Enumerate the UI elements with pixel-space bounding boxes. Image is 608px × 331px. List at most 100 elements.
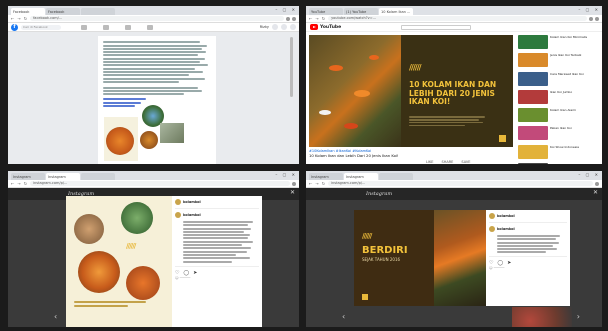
back-icon[interactable]: ← xyxy=(309,16,312,21)
video-player[interactable]: ////// 10 KOLAM IKAN DAN LEBIH DARI 20 J… xyxy=(309,35,513,147)
reload-icon[interactable]: ↻ xyxy=(322,181,325,186)
suggested-video-title[interactable]: Kolam Koi Rumahan xyxy=(550,163,600,164)
avatar[interactable] xyxy=(175,199,181,205)
reload-icon[interactable]: ↻ xyxy=(24,181,27,186)
reload-icon[interactable]: ↻ xyxy=(24,16,27,21)
extension-icon[interactable] xyxy=(286,16,290,21)
suggested-video[interactable]: Kolam Koi Rumahan xyxy=(518,163,600,164)
scrollbar[interactable] xyxy=(290,37,293,97)
post-image[interactable]: ////// BERDIRI SEJAK TAHUN 2016 xyxy=(354,210,486,306)
save-button[interactable]: SAVE xyxy=(461,160,470,164)
suggested-video[interactable]: Kolam Ikan Koi Minimalis xyxy=(518,35,600,49)
reload-icon[interactable]: ↻ xyxy=(322,16,325,21)
suggested-video-title[interactable]: Cara Merawat Ikan Koi xyxy=(550,72,600,86)
suggested-video[interactable]: Cara Merawat Ikan Koi xyxy=(518,71,600,86)
suggested-video[interactable]: Koi Show Indonesia xyxy=(518,144,600,159)
browser-tab[interactable]: Facebook xyxy=(11,8,45,15)
share-icon[interactable]: ➤ xyxy=(193,270,197,276)
url-input[interactable]: instagram.com/p/... xyxy=(328,181,593,186)
url-input[interactable]: instagram.com/p/... xyxy=(30,181,290,186)
author-name[interactable]: kolamkoi xyxy=(183,200,201,204)
marketplace-icon[interactable] xyxy=(125,24,131,30)
video-thumbnail[interactable] xyxy=(518,163,548,164)
window-controls[interactable]: – ▢ ✕ xyxy=(275,7,297,12)
user-name[interactable]: Rizky xyxy=(260,25,269,29)
youtube-logo-icon[interactable] xyxy=(310,24,318,30)
suggested-video-title[interactable]: Ikan Koi Jumbo xyxy=(550,90,600,104)
author-name[interactable]: kolamkoi xyxy=(497,214,515,218)
suggested-video[interactable]: Ikan Koi Jumbo xyxy=(518,89,600,104)
avatar[interactable] xyxy=(489,213,495,219)
suggested-video-title[interactable]: Pakan Ikan Koi xyxy=(550,126,600,140)
watch-icon[interactable] xyxy=(103,24,109,30)
menu-icon[interactable] xyxy=(272,24,278,30)
previous-arrow-icon[interactable]: ‹ xyxy=(342,312,345,321)
extension-icon[interactable] xyxy=(292,181,296,186)
browser-tab[interactable]: YouTube xyxy=(309,8,343,15)
video-thumbnail[interactable] xyxy=(518,144,548,159)
browser-tab[interactable] xyxy=(379,173,413,180)
share-icon[interactable]: ➤ xyxy=(507,260,511,266)
avatar[interactable] xyxy=(175,212,181,218)
forward-icon[interactable]: → xyxy=(17,16,20,21)
back-icon[interactable]: ← xyxy=(11,181,14,186)
hashtag-link[interactable] xyxy=(103,98,147,101)
search-input[interactable] xyxy=(401,24,472,30)
browser-tab[interactable]: (1) YouTube xyxy=(344,8,378,15)
window-controls[interactable]: – ▢ ✕ xyxy=(275,172,297,177)
video-thumbnail[interactable] xyxy=(518,126,548,141)
messenger-icon[interactable] xyxy=(281,24,287,30)
forward-icon[interactable]: → xyxy=(315,181,318,186)
previous-arrow-icon[interactable]: ‹ xyxy=(54,312,57,321)
back-icon[interactable]: ← xyxy=(309,181,312,186)
forward-icon[interactable]: → xyxy=(315,16,318,21)
video-thumbnail[interactable] xyxy=(518,108,548,123)
forward-icon[interactable]: → xyxy=(17,181,20,186)
profile-icon[interactable] xyxy=(292,16,296,21)
suggested-video-title[interactable]: Kolam Ikan Koi Minimalis xyxy=(550,35,600,49)
back-icon[interactable]: ← xyxy=(11,16,14,21)
extension-icon[interactable] xyxy=(589,16,593,21)
post-image-collage[interactable] xyxy=(104,105,184,164)
suggested-video-title[interactable]: Kolam Ikan Alami xyxy=(550,108,600,122)
add-comment-input[interactable]: ☺ ───── xyxy=(175,276,259,280)
video-thumbnail[interactable] xyxy=(518,71,548,86)
suggested-video-title[interactable]: Jenis Ikan Koi Terbaik xyxy=(550,53,600,67)
browser-tab[interactable]: Facebook xyxy=(46,8,80,15)
suggested-video-title[interactable]: Koi Show Indonesia xyxy=(550,145,600,159)
browser-tab[interactable] xyxy=(81,173,115,180)
browser-tab[interactable]: Instagram xyxy=(11,173,45,180)
browser-tab[interactable]: Instagram xyxy=(309,173,343,180)
like-icon[interactable]: ♡ xyxy=(175,270,179,276)
suggested-video[interactable]: Kolam Ikan Alami xyxy=(518,108,600,123)
like-button[interactable]: LIKE xyxy=(426,160,434,164)
caption-author-name[interactable]: kolamkoi xyxy=(183,213,201,217)
suggested-video[interactable]: Jenis Ikan Koi Terbaik xyxy=(518,53,600,68)
caption-author-name[interactable]: kolamkoi xyxy=(497,227,515,231)
extension-icon[interactable] xyxy=(595,181,599,186)
home-icon[interactable] xyxy=(81,24,87,30)
video-thumbnail[interactable] xyxy=(518,53,548,68)
youtube-logo-text[interactable]: YouTube xyxy=(320,25,341,30)
window-controls[interactable]: – ▢ ✕ xyxy=(578,172,600,177)
browser-tab[interactable]: 10 Kolam Ikan ... xyxy=(379,8,413,15)
close-icon[interactable]: ✕ xyxy=(593,189,598,196)
avatar[interactable] xyxy=(489,226,495,232)
profile-icon[interactable] xyxy=(595,16,599,21)
hashtag-link[interactable] xyxy=(103,101,141,104)
instagram-logo[interactable]: Instagram xyxy=(366,191,392,197)
browser-tab[interactable]: Instagram xyxy=(46,173,80,180)
facebook-logo-icon[interactable]: f xyxy=(11,23,18,31)
notifications-icon[interactable] xyxy=(290,24,296,30)
url-input[interactable]: facebook.com/... xyxy=(30,16,284,21)
video-thumbnail[interactable] xyxy=(518,35,548,49)
comment-icon[interactable]: ◯ xyxy=(183,270,189,276)
post-image[interactable]: ////// xyxy=(66,196,172,327)
share-button[interactable]: SHARE xyxy=(442,160,454,164)
suggested-video[interactable]: Pakan Ikan Koi xyxy=(518,126,600,141)
browser-tab[interactable] xyxy=(81,8,115,15)
video-thumbnail[interactable] xyxy=(518,89,548,104)
browser-tab[interactable]: Instagram xyxy=(344,173,378,180)
close-icon[interactable]: ✕ xyxy=(290,189,295,196)
groups-icon[interactable] xyxy=(147,24,153,30)
